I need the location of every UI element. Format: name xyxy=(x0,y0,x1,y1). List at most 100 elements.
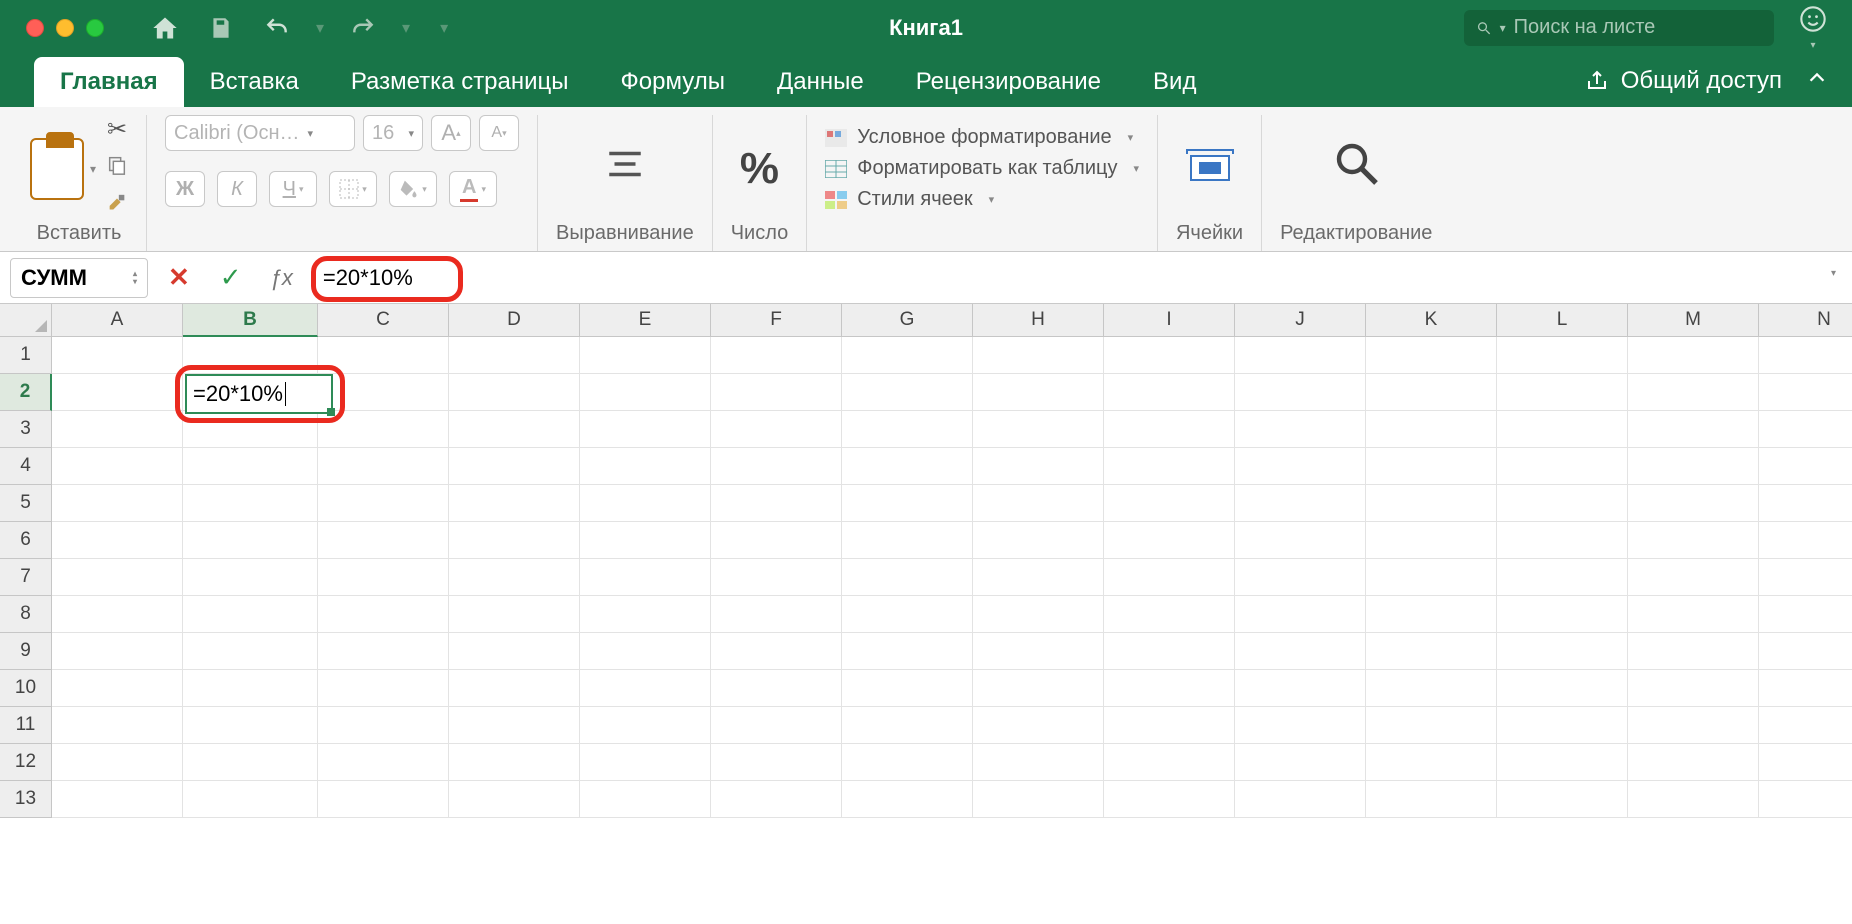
col-header-C[interactable]: C xyxy=(318,304,449,337)
select-all-corner[interactable] xyxy=(0,304,52,337)
share-button[interactable]: Общий доступ xyxy=(1585,55,1782,107)
tab-data[interactable]: Данные xyxy=(751,57,890,107)
cell[interactable] xyxy=(1497,448,1628,485)
cell[interactable] xyxy=(1628,559,1759,596)
col-header-N[interactable]: N xyxy=(1759,304,1852,337)
cell[interactable] xyxy=(1104,744,1235,781)
row-header-13[interactable]: 13 xyxy=(0,781,52,818)
feedback-smiley-icon[interactable]: ▾ xyxy=(1798,5,1828,51)
cell[interactable] xyxy=(52,633,183,670)
row-header-12[interactable]: 12 xyxy=(0,744,52,781)
cell[interactable] xyxy=(973,485,1104,522)
cell[interactable] xyxy=(842,559,973,596)
cell-styles-button[interactable]: Стили ячеек ▾ xyxy=(825,188,1139,211)
col-header-A[interactable]: A xyxy=(52,304,183,337)
cell[interactable] xyxy=(580,374,711,411)
cell[interactable] xyxy=(449,485,580,522)
bold-button[interactable]: Ж xyxy=(165,171,205,207)
cell[interactable] xyxy=(842,337,973,374)
cell[interactable] xyxy=(1628,707,1759,744)
cell[interactable] xyxy=(1366,781,1497,818)
cell[interactable] xyxy=(1104,448,1235,485)
home-icon[interactable] xyxy=(148,11,182,45)
cell[interactable] xyxy=(1497,411,1628,448)
col-header-J[interactable]: J xyxy=(1235,304,1366,337)
cell[interactable] xyxy=(711,374,842,411)
increase-font-button[interactable]: A▴ xyxy=(431,115,471,151)
cell[interactable] xyxy=(52,485,183,522)
cell[interactable] xyxy=(1759,670,1852,707)
cell[interactable] xyxy=(183,744,318,781)
cell[interactable] xyxy=(973,337,1104,374)
cell[interactable] xyxy=(711,633,842,670)
cell[interactable] xyxy=(183,448,318,485)
cell[interactable] xyxy=(1759,337,1852,374)
col-header-E[interactable]: E xyxy=(580,304,711,337)
cell[interactable] xyxy=(1366,411,1497,448)
cell[interactable] xyxy=(1235,522,1366,559)
cell[interactable] xyxy=(1759,707,1852,744)
cell[interactable] xyxy=(580,522,711,559)
cell[interactable] xyxy=(1104,374,1235,411)
cell[interactable] xyxy=(183,596,318,633)
col-header-I[interactable]: I xyxy=(1104,304,1235,337)
row-header-9[interactable]: 9 xyxy=(0,633,52,670)
cell[interactable] xyxy=(580,633,711,670)
redo-icon[interactable] xyxy=(346,11,380,45)
cell[interactable] xyxy=(1497,781,1628,818)
cell[interactable] xyxy=(52,522,183,559)
cell[interactable] xyxy=(973,670,1104,707)
cell[interactable] xyxy=(449,670,580,707)
cell[interactable] xyxy=(580,559,711,596)
cell[interactable] xyxy=(1366,374,1497,411)
col-header-M[interactable]: M xyxy=(1628,304,1759,337)
paste-button[interactable]: ▾ xyxy=(30,138,96,200)
copy-icon[interactable] xyxy=(106,154,128,183)
cell[interactable] xyxy=(711,448,842,485)
font-color-button[interactable]: A ▾ xyxy=(449,171,497,207)
borders-button[interactable]: ▾ xyxy=(329,171,377,207)
row-header-6[interactable]: 6 xyxy=(0,522,52,559)
cell[interactable] xyxy=(318,522,449,559)
cell[interactable] xyxy=(1366,485,1497,522)
italic-button[interactable]: К xyxy=(217,171,257,207)
cell[interactable] xyxy=(973,448,1104,485)
cell[interactable] xyxy=(1628,448,1759,485)
cell[interactable] xyxy=(1497,559,1628,596)
cell[interactable] xyxy=(183,707,318,744)
cell[interactable] xyxy=(842,448,973,485)
cell[interactable] xyxy=(1104,707,1235,744)
cell[interactable] xyxy=(1759,411,1852,448)
cell[interactable] xyxy=(183,633,318,670)
cells-icon[interactable] xyxy=(1185,146,1235,191)
save-icon[interactable] xyxy=(204,11,238,45)
cell[interactable] xyxy=(842,522,973,559)
cell[interactable] xyxy=(1759,744,1852,781)
cell[interactable] xyxy=(1759,781,1852,818)
col-header-D[interactable]: D xyxy=(449,304,580,337)
cell[interactable] xyxy=(52,448,183,485)
cell[interactable] xyxy=(973,781,1104,818)
col-header-B[interactable]: B xyxy=(183,304,318,337)
cell[interactable] xyxy=(842,596,973,633)
percent-icon[interactable]: % xyxy=(740,144,779,194)
cell[interactable] xyxy=(973,633,1104,670)
cell[interactable] xyxy=(1628,337,1759,374)
cell[interactable] xyxy=(973,559,1104,596)
underline-button[interactable]: Ч▾ xyxy=(269,171,317,207)
cell[interactable] xyxy=(1366,448,1497,485)
cell[interactable] xyxy=(449,707,580,744)
cell[interactable] xyxy=(842,781,973,818)
cell[interactable] xyxy=(842,485,973,522)
cell[interactable] xyxy=(580,337,711,374)
cell[interactable] xyxy=(1366,633,1497,670)
cell[interactable] xyxy=(318,781,449,818)
formula-input[interactable] xyxy=(311,258,1842,298)
cell[interactable] xyxy=(1759,485,1852,522)
window-close-button[interactable] xyxy=(26,19,44,37)
cell[interactable] xyxy=(1366,559,1497,596)
cell[interactable] xyxy=(842,374,973,411)
cell[interactable] xyxy=(973,411,1104,448)
fx-label[interactable]: ƒx xyxy=(262,265,301,291)
sheet-search[interactable]: ▾ xyxy=(1464,10,1774,46)
